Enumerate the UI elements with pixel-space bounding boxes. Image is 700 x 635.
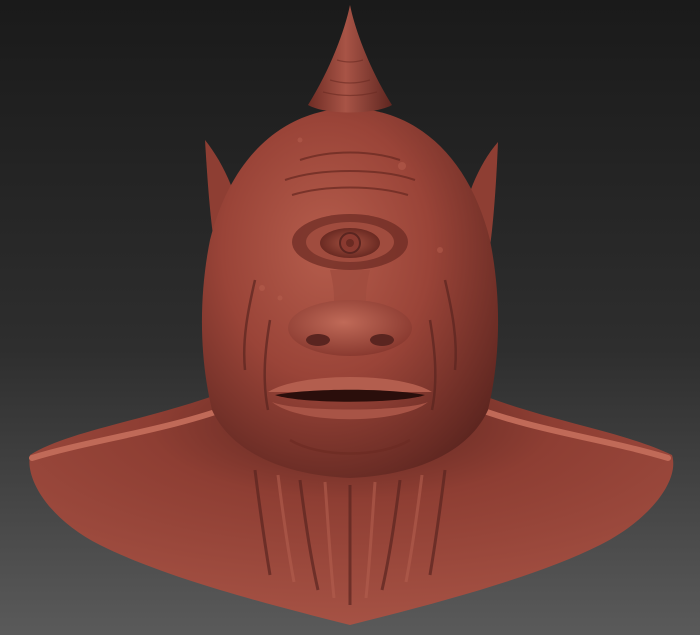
sculpt-viewport — [0, 0, 700, 635]
cyclops-render — [0, 0, 700, 635]
left-nostril — [306, 334, 330, 346]
eye-pupil — [346, 239, 354, 247]
nose — [288, 300, 412, 356]
right-nostril — [370, 334, 394, 346]
